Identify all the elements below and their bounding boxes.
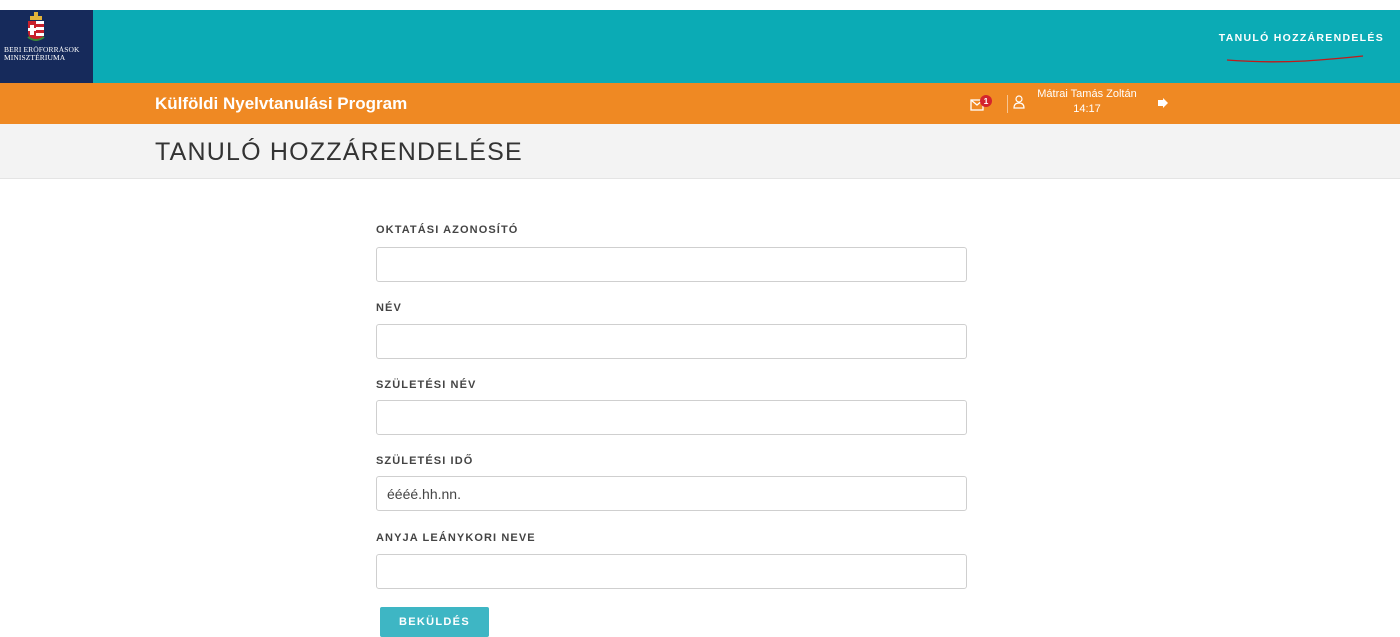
birth-date-input[interactable] [376, 476, 967, 511]
label-name: NÉV [376, 302, 402, 314]
unread-badge: 1 [980, 95, 992, 107]
label-birth-name: SZÜLETÉSI NÉV [376, 379, 477, 391]
page-title: TANULÓ HOZZÁRENDELÉSE [155, 138, 523, 166]
ministry-logo[interactable]: BERI ERŐFORRÁSOK MINISZTÉRIUMA [0, 10, 93, 83]
birth-name-input[interactable] [376, 400, 967, 435]
submit-button[interactable]: BEKÜLDÉS [380, 607, 489, 637]
crest-icon [27, 12, 45, 41]
messages-button[interactable]: 1 [970, 95, 996, 113]
user-icon [1013, 95, 1025, 109]
program-title[interactable]: Külföldi Nyelvtanulási Program [155, 94, 407, 114]
education-id-input[interactable] [376, 247, 967, 282]
session-time: 14:17 [1073, 103, 1101, 115]
nav-link-student-assignment[interactable]: TANULÓ HOZZÁRENDELÉS [1219, 32, 1384, 44]
top-bar: BERI ERŐFORRÁSOK MINISZTÉRIUMA TANULÓ HO… [0, 10, 1400, 83]
name-input[interactable] [376, 324, 967, 359]
label-birth-date: SZÜLETÉSI IDŐ [376, 455, 474, 467]
mothers-maiden-name-input[interactable] [376, 554, 967, 589]
page-header: TANULÓ HOZZÁRENDELÉSE [0, 124, 1400, 179]
user-name[interactable]: Mátrai Tamás Zoltán [1027, 88, 1147, 100]
red-underline-scribble [1226, 55, 1364, 63]
separator [1007, 95, 1008, 113]
label-education-id: OKTATÁSI AZONOSÍTÓ [376, 224, 519, 236]
logo-text: BERI ERŐFORRÁSOK MINISZTÉRIUMA [4, 46, 92, 62]
program-bar: Külföldi Nyelvtanulási Program 1 Mátrai … [0, 83, 1400, 124]
logout-icon[interactable] [1157, 97, 1169, 109]
label-mothers-maiden-name: ANYJA LEÁNYKORI NEVE [376, 532, 536, 544]
logo-line-2: MINISZTÉRIUMA [4, 53, 66, 62]
